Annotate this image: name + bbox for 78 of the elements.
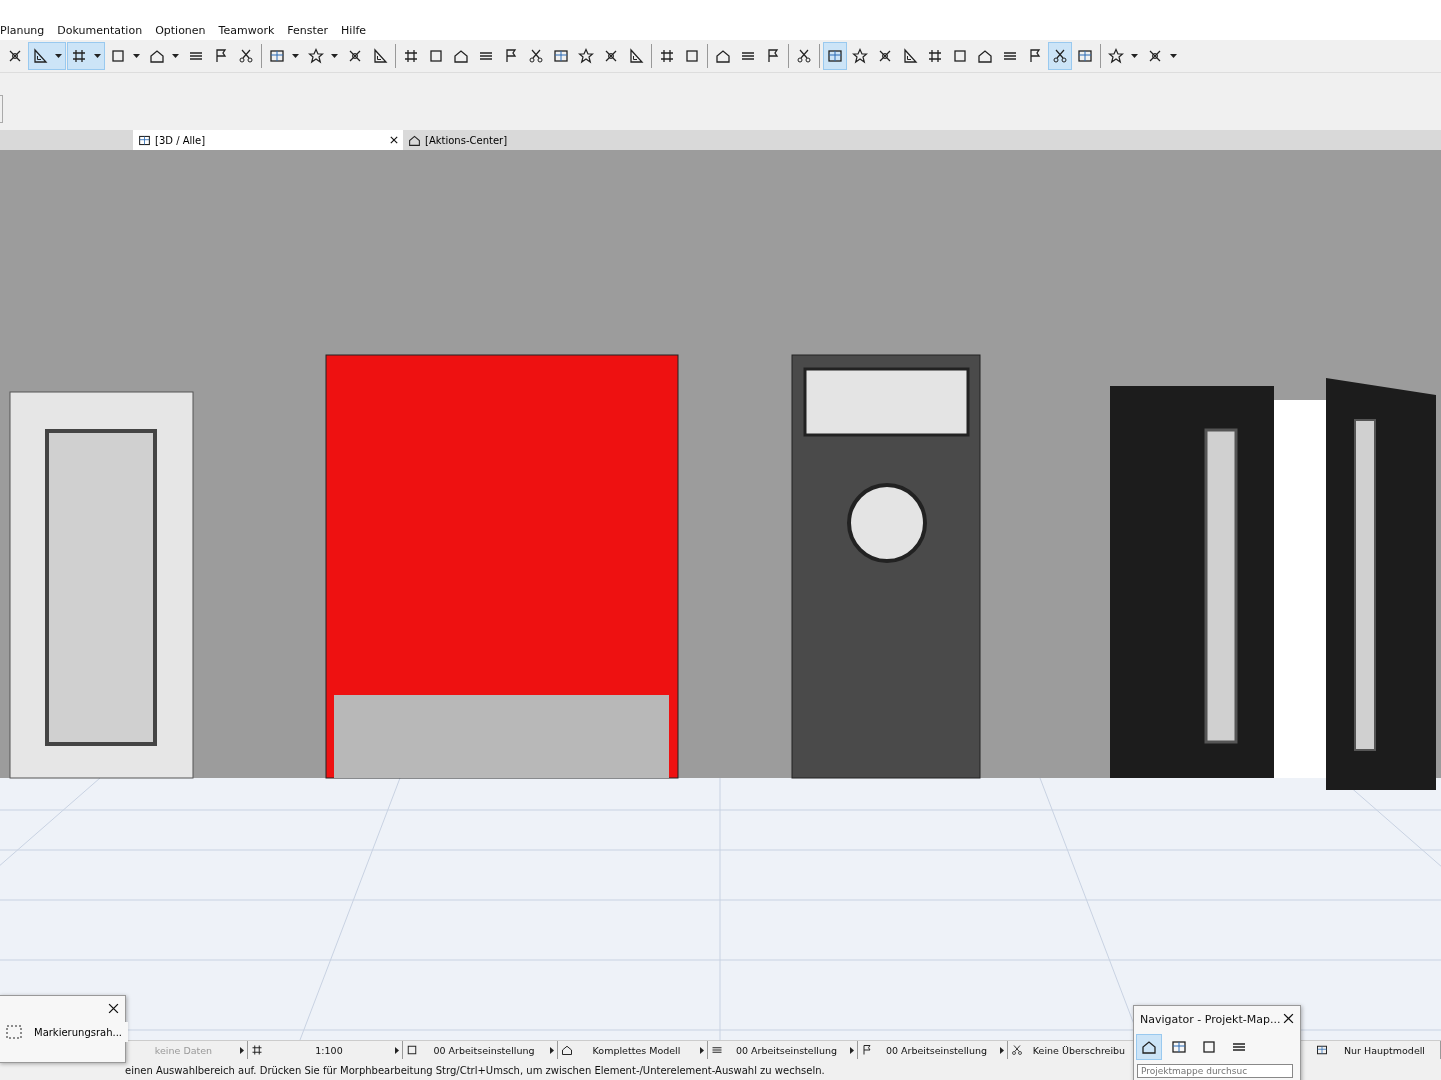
flag-icon — [861, 1044, 873, 1056]
triangle-icon — [32, 48, 48, 64]
caret-right-icon — [1000, 1046, 1004, 1054]
dashed-rectangle-icon — [6, 1025, 22, 1039]
triangle-icon — [628, 48, 644, 64]
grid-icon — [927, 48, 943, 64]
caret-icon[interactable] — [93, 54, 101, 58]
cross-icon — [1147, 48, 1163, 64]
flag-icon — [1027, 48, 1043, 64]
scissors-icon — [528, 48, 544, 64]
window-icon — [1316, 1044, 1328, 1056]
scissors-icon — [1052, 48, 1068, 64]
house-icon — [977, 48, 993, 64]
caret-icon[interactable] — [132, 54, 140, 58]
caret-icon[interactable] — [54, 54, 62, 58]
menu-item[interactable]: Planung — [0, 23, 45, 37]
menu-item[interactable]: Hilfe — [341, 23, 367, 37]
window-icon — [138, 133, 151, 147]
toolbar-button[interactable] — [67, 42, 105, 70]
palette-title: Navigator - Projekt-Map... — [1140, 1012, 1281, 1026]
caret-right-icon — [550, 1046, 554, 1054]
scissors-icon — [238, 48, 254, 64]
star-icon — [308, 48, 324, 64]
window-icon — [1171, 1039, 1187, 1055]
square-icon — [1201, 1039, 1217, 1055]
star-icon — [852, 48, 868, 64]
grid-icon — [659, 48, 675, 64]
flag-icon — [765, 48, 781, 64]
scissors-icon — [1011, 1044, 1023, 1056]
square-icon — [684, 48, 700, 64]
navigator-button[interactable] — [1136, 1034, 1162, 1060]
cross-icon — [347, 48, 363, 64]
square-icon — [428, 48, 444, 64]
grid-icon — [403, 48, 419, 64]
star-icon — [1108, 48, 1124, 64]
view-tab[interactable]: [3D / Alle] — [133, 130, 403, 150]
triangle-icon — [372, 48, 388, 64]
toolbar-button[interactable] — [28, 42, 66, 70]
menu-item[interactable]: Dokumentation — [57, 23, 143, 37]
caret-icon[interactable] — [171, 54, 179, 58]
flag-icon — [213, 48, 229, 64]
house-icon — [1141, 1039, 1157, 1055]
square-icon — [110, 48, 126, 64]
house-icon — [149, 48, 165, 64]
cross-icon — [603, 48, 619, 64]
palette-item[interactable]: Markierungsrah... — [0, 1022, 129, 1042]
caret-icon[interactable] — [330, 54, 338, 58]
cross-icon — [7, 48, 23, 64]
house-icon — [561, 1044, 573, 1056]
menu-item[interactable]: Optionen — [155, 23, 206, 37]
caret-icon[interactable] — [291, 54, 299, 58]
flag-icon — [503, 48, 519, 64]
house-icon — [408, 133, 421, 147]
caret-icon[interactable] — [1169, 54, 1177, 58]
scissors-icon — [796, 48, 812, 64]
menu-item[interactable]: Teamwork — [218, 23, 275, 37]
caret-right-icon — [700, 1046, 704, 1054]
menu-item[interactable]: Fenster — [287, 23, 329, 37]
caret-right-icon — [395, 1046, 399, 1054]
caret-right-icon — [240, 1046, 244, 1054]
toolbar-button[interactable] — [1048, 42, 1072, 70]
grid-icon — [251, 1044, 263, 1056]
caret-icon[interactable] — [1130, 54, 1138, 58]
caret-right-icon — [850, 1046, 854, 1054]
house-icon — [453, 48, 469, 64]
house-icon — [715, 48, 731, 64]
window-icon — [1077, 48, 1093, 64]
square-icon — [952, 48, 968, 64]
square-icon — [406, 1044, 418, 1056]
window-icon — [269, 48, 285, 64]
cross-icon — [877, 48, 893, 64]
triangle-icon — [902, 48, 918, 64]
search-field[interactable]: Projektmappe durchsuc — [1137, 1064, 1293, 1078]
close-icon[interactable] — [390, 136, 398, 144]
star-icon — [578, 48, 594, 64]
window-icon — [553, 48, 569, 64]
window-icon — [827, 48, 843, 64]
grid-icon — [71, 48, 87, 64]
